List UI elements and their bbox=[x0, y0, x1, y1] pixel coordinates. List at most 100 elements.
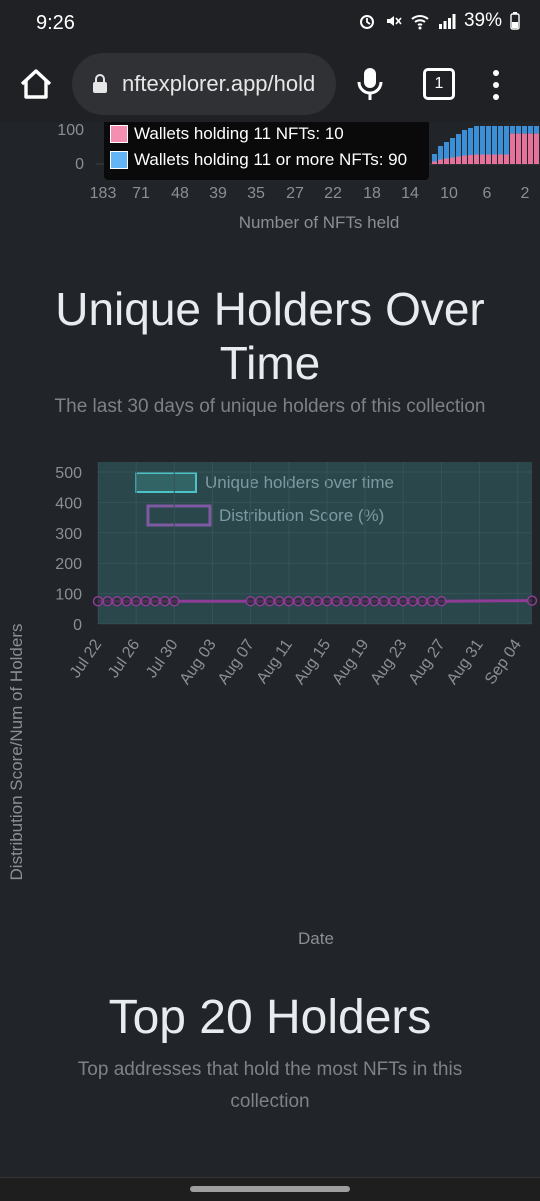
top-bar-pink bbox=[516, 133, 521, 164]
top-x-tick: 39 bbox=[209, 185, 227, 202]
top-bar-blue bbox=[432, 154, 437, 162]
tooltip-label: Wallets holding 11 or more NFTs: 90 bbox=[134, 150, 408, 169]
tab-count-button[interactable]: 1 bbox=[423, 68, 455, 100]
top-x-tick: 2 bbox=[521, 185, 530, 202]
top-bar-blue bbox=[450, 138, 455, 158]
distribution-point bbox=[436, 595, 447, 607]
top20-subtitle-line: collection bbox=[230, 1091, 310, 1112]
unique-holders-chart: Unique holders over time Distribution Sc… bbox=[7, 462, 538, 948]
x-tick-label: Aug 07 bbox=[215, 636, 258, 687]
alarm-icon bbox=[359, 15, 374, 29]
home-gesture-handle[interactable] bbox=[190, 1186, 350, 1192]
y-axis-title: Distribution Score/Num of Holders bbox=[7, 624, 26, 881]
signal-icon bbox=[438, 14, 456, 29]
distribution-point bbox=[245, 595, 256, 607]
status-bar: 9:26 39% bbox=[0, 0, 540, 46]
top-bar-blue bbox=[510, 126, 515, 134]
chart-tooltip: Wallets holding 11 NFTs: 10 Wallets hold… bbox=[104, 122, 429, 180]
top-x-tick: 10 bbox=[440, 185, 458, 202]
top-x-tick: 22 bbox=[324, 185, 342, 202]
top-x-tick: 71 bbox=[132, 185, 150, 202]
distribution-point bbox=[264, 595, 275, 607]
tooltip-swatch-blue bbox=[110, 151, 128, 169]
navigation-bar bbox=[0, 1177, 540, 1201]
top-bar-pink bbox=[450, 157, 455, 164]
top-bar-blue bbox=[480, 126, 485, 155]
distribution-point bbox=[273, 595, 285, 607]
distribution-point bbox=[283, 595, 295, 607]
x-tick-label: Sep 04 bbox=[482, 636, 525, 687]
top-bar-pink bbox=[444, 158, 449, 164]
top-bar-pink bbox=[456, 156, 461, 164]
top-bar-pink bbox=[498, 154, 503, 164]
x-tick-label: Aug 03 bbox=[177, 636, 220, 687]
home-icon[interactable] bbox=[16, 64, 56, 104]
x-tick-label: Aug 15 bbox=[291, 636, 334, 687]
x-axis-title: Date bbox=[298, 929, 334, 948]
y-axis-ticks: 01002003004005006007008009001,000 bbox=[55, 465, 82, 634]
top-bar-blue bbox=[486, 126, 491, 155]
distribution-point bbox=[388, 595, 399, 607]
microphone-icon[interactable] bbox=[352, 64, 388, 104]
top-bar-blue bbox=[438, 146, 443, 160]
top-bar-pink bbox=[462, 155, 467, 164]
distribution-point bbox=[350, 595, 361, 607]
wifi-icon bbox=[411, 15, 429, 30]
distribution-point bbox=[254, 595, 266, 607]
top-x-ticks: 183 71 48 39 35 27 22 18 14 10 6 2 bbox=[90, 185, 530, 202]
tooltip-label: Wallets holding 11 NFTs: 10 bbox=[134, 124, 344, 143]
y-tick-label: 500 bbox=[55, 465, 82, 482]
distribution-point bbox=[169, 595, 180, 607]
y-tick-label: 100 bbox=[55, 587, 82, 604]
distribution-point bbox=[312, 595, 323, 607]
top20-section-subtitle: Top addresses that hold the most NFTs in… bbox=[0, 1054, 540, 1118]
browser-toolbar: nftexplorer.app/hold 1 bbox=[0, 46, 540, 122]
x-tick-label: Aug 27 bbox=[406, 636, 449, 687]
distribution-point bbox=[321, 595, 333, 607]
top-bar-pink bbox=[438, 159, 443, 164]
holders-section-title: Unique Holders Over Time bbox=[0, 282, 540, 390]
holders-section-subtitle: The last 30 days of unique holders of th… bbox=[54, 396, 486, 417]
distribution-point bbox=[159, 595, 171, 607]
distribution-point bbox=[378, 595, 390, 607]
x-tick-label: Jul 26 bbox=[105, 636, 143, 681]
distribution-point bbox=[102, 595, 113, 607]
x-tick-label: Aug 31 bbox=[444, 636, 487, 687]
address-bar[interactable]: nftexplorer.app/hold bbox=[72, 53, 336, 115]
top20-section-title: Top 20 Holders bbox=[108, 991, 432, 1044]
holders-title-line: Unique Holders Over bbox=[55, 283, 485, 335]
distribution-point bbox=[369, 595, 380, 607]
top-bar-pink bbox=[468, 155, 473, 164]
distribution-point bbox=[426, 595, 438, 607]
top-bar-pink bbox=[492, 154, 497, 164]
top-bar-pink bbox=[432, 161, 437, 164]
top-x-tick: 27 bbox=[286, 185, 304, 202]
url-text: nftexplorer.app/hold bbox=[122, 71, 316, 96]
top-bar-blue bbox=[534, 126, 539, 134]
distribution-point bbox=[111, 595, 123, 607]
y-tick-label: 0 bbox=[73, 617, 82, 634]
top-bar-blue bbox=[468, 128, 473, 155]
tooltip-swatch-pink bbox=[110, 125, 128, 143]
distribution-point bbox=[359, 595, 371, 607]
distribution-point bbox=[121, 595, 132, 607]
top-bar-blue bbox=[444, 142, 449, 159]
top-x-tick: 183 bbox=[90, 185, 117, 202]
top-bar-blue bbox=[516, 126, 521, 134]
x-axis-ticks: Jul 22 Jul 26 Jul 30Aug 03Aug 07Aug 11Aug … bbox=[67, 636, 525, 687]
top-bar-blue bbox=[492, 126, 497, 155]
top-bar-pink bbox=[528, 133, 533, 164]
lock-icon bbox=[93, 74, 107, 93]
distribution-point bbox=[417, 595, 428, 607]
y-tick-label: 300 bbox=[55, 526, 82, 543]
x-tick-label: Aug 23 bbox=[367, 636, 410, 687]
top-bar-pink bbox=[486, 154, 491, 164]
more-options-icon[interactable] bbox=[486, 68, 506, 102]
battery-percent: 39% bbox=[463, 10, 502, 31]
top-bar-pink bbox=[510, 133, 515, 164]
top-bar-pink bbox=[534, 133, 539, 164]
top-x-tick: 18 bbox=[363, 185, 381, 202]
top-bar-blue bbox=[498, 126, 503, 155]
top-y-tick: 0 bbox=[75, 156, 84, 173]
top20-subtitle-line: Top addresses that hold the most NFTs in… bbox=[77, 1059, 463, 1080]
